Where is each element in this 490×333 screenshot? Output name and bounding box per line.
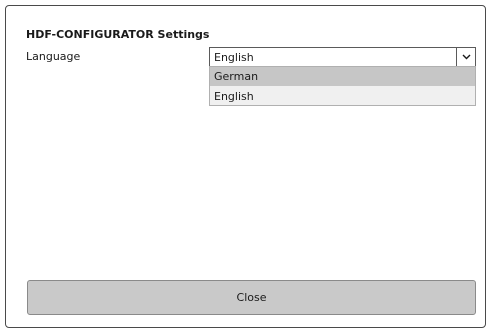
language-option-english[interactable]: English bbox=[210, 87, 475, 106]
dialog-title: HDF-CONFIGURATOR Settings bbox=[26, 28, 210, 41]
language-dropdown-list: German English bbox=[209, 66, 476, 106]
language-option-german[interactable]: German bbox=[210, 67, 475, 86]
language-select-value: English bbox=[214, 51, 254, 64]
settings-dialog: HDF-CONFIGURATOR Settings Language Engli… bbox=[5, 5, 486, 328]
chevron-down-icon[interactable] bbox=[456, 48, 475, 66]
language-select[interactable]: English bbox=[209, 47, 476, 67]
language-label: Language bbox=[26, 50, 81, 63]
close-button[interactable]: Close bbox=[27, 280, 476, 315]
